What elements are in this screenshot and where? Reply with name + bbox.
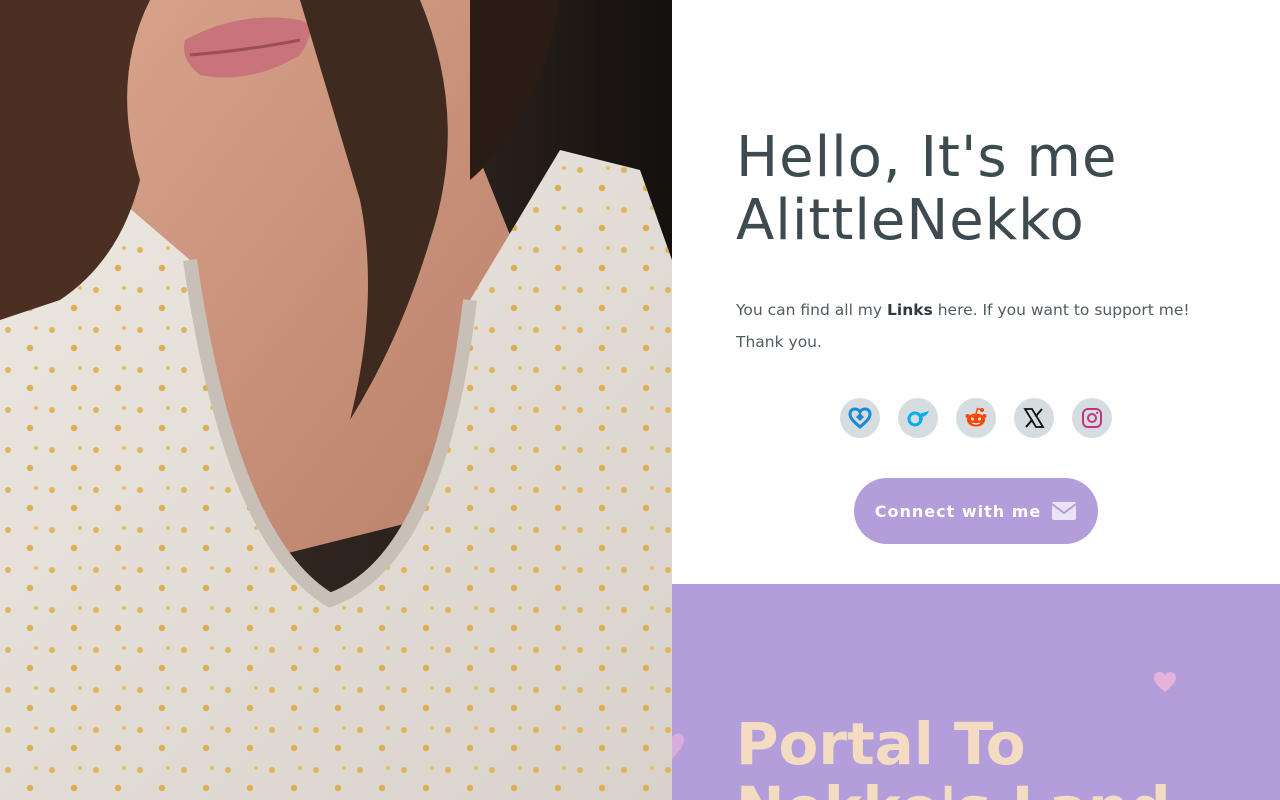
- patreon-icon: [848, 407, 872, 429]
- onlyfans-icon: [907, 411, 929, 427]
- hero-text-before: You can find all my: [736, 301, 888, 319]
- envelope-icon: [1051, 502, 1077, 520]
- social-link-reddit[interactable]: [956, 398, 996, 438]
- portal-title: Portal To Nekko's Land: [736, 712, 1171, 800]
- heart-icon: [672, 733, 684, 760]
- connect-button-label: Connect with me: [874, 501, 1042, 521]
- hero-description: You can find all my Links here. If you w…: [736, 294, 1216, 358]
- hero-title-line2: AlittleNekko: [736, 188, 1085, 253]
- heart-icon: [1154, 672, 1176, 692]
- hero-title: Hello, It's me AlittleNekko: [736, 126, 1117, 252]
- portal-section: Portal To Nekko's Land: [672, 584, 1280, 800]
- reddit-icon: [965, 407, 987, 427]
- hero-title-line1: Hello, It's me: [736, 125, 1118, 190]
- profile-photo: [0, 0, 672, 800]
- hero-text-bold: Links: [887, 301, 933, 319]
- connect-button[interactable]: Connect with me: [854, 478, 1098, 544]
- social-link-patreon[interactable]: [840, 398, 880, 438]
- x-icon: [1023, 408, 1045, 428]
- instagram-icon: [1082, 408, 1102, 428]
- hero-section: Hello, It's me AlittleNekko You can find…: [672, 0, 1280, 584]
- page: Hello, It's me AlittleNekko You can find…: [0, 0, 1280, 800]
- social-link-onlyfans[interactable]: [898, 398, 938, 438]
- portal-title-line1: Portal To: [736, 710, 1026, 778]
- photo-illustration: [0, 0, 672, 800]
- social-links: [840, 398, 1112, 438]
- social-link-x[interactable]: [1014, 398, 1054, 438]
- portal-title-line2: Nekko's Land: [736, 776, 1171, 800]
- social-link-instagram[interactable]: [1072, 398, 1112, 438]
